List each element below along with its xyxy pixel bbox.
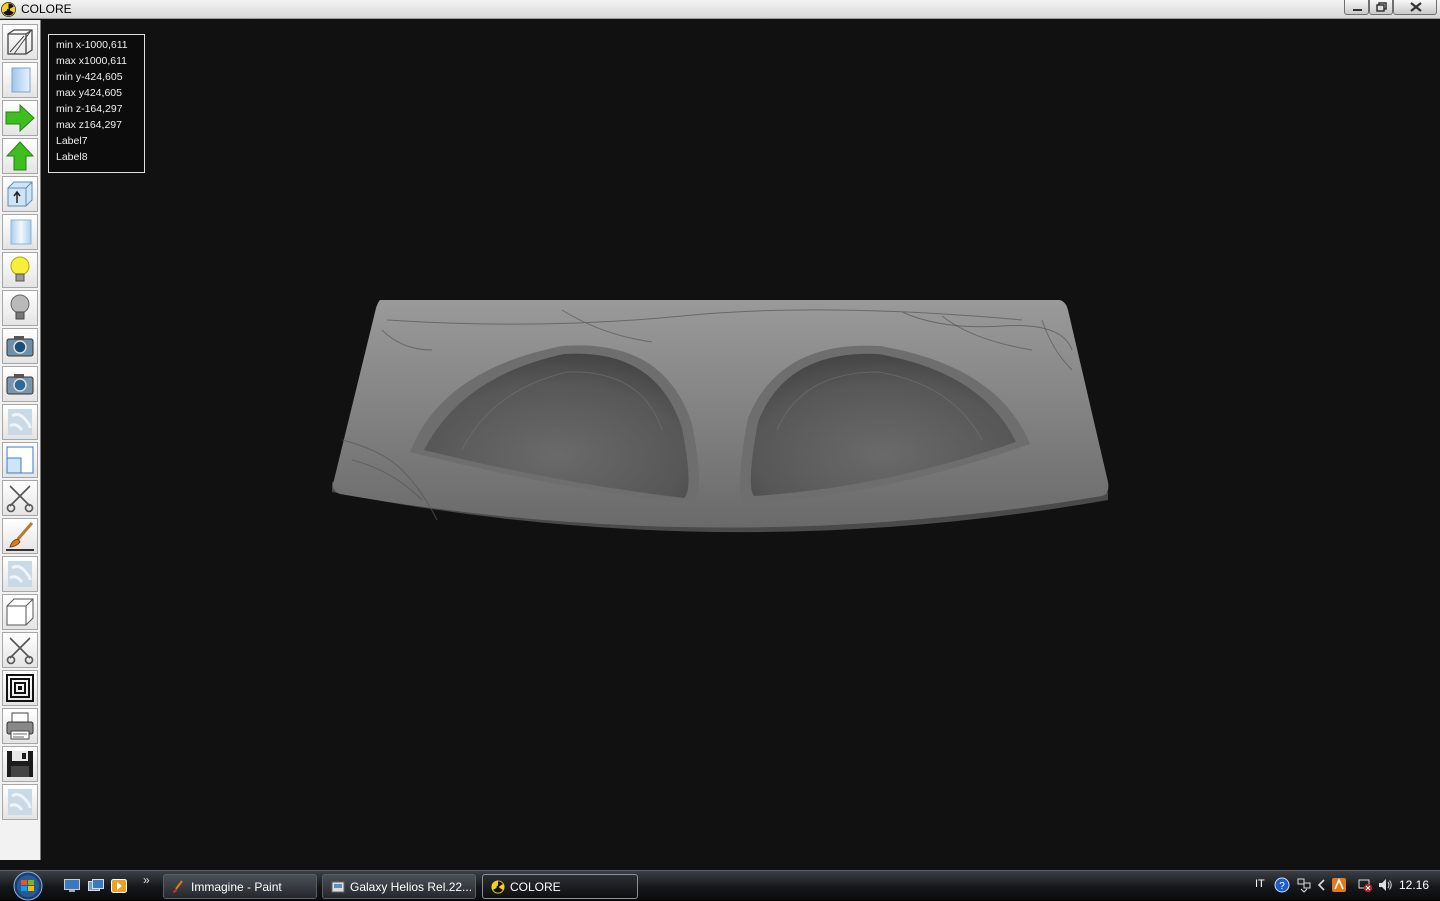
info-max-y: max y424,605 [56,87,122,99]
task-colore[interactable]: COLORE [482,874,638,899]
camera-alt-button[interactable] [2,366,38,402]
info-min-z: min z-164,297 [56,103,123,115]
print-button[interactable] [2,708,38,744]
system-tray: IT ? 12.16 [1245,871,1440,901]
arrow-right-icon [5,103,35,133]
brush-icon [6,522,34,551]
app-window: COLORE min x-1000,611 max x1000,611 min … [0,0,1440,870]
window-title: COLORE [21,2,72,16]
title-bar[interactable]: COLORE [0,0,1440,19]
close-button[interactable] [1393,0,1437,15]
light-off-button[interactable] [2,290,38,326]
cylinder-view-button[interactable] [2,214,38,250]
show-desktop-icon[interactable] [64,879,80,893]
box-up-icon [7,181,33,207]
move-up-button[interactable] [2,138,38,174]
quick-launch-chevron[interactable]: » [143,873,150,887]
info-min-x: min x-1000,611 [56,39,128,51]
task-paint[interactable]: Immagine - Paint [163,874,317,899]
galaxy-app-icon [331,881,345,893]
cut-alt-button[interactable] [2,632,38,668]
taskbar: » Immagine - Paint Galaxy Helios Rel.22.… [0,870,1440,901]
task-galaxy-helios[interactable]: Galaxy Helios Rel.22... [322,874,476,899]
task-paint-label: Immagine - Paint [191,880,282,894]
window-view-icon [6,446,34,474]
light-on-icon [10,256,30,282]
wireframe-box-icon [7,29,33,55]
network-icon[interactable] [1296,877,1312,893]
window-view-button[interactable] [2,442,38,478]
cube-button[interactable] [2,594,38,630]
concentric-squares-icon [6,674,34,702]
cube-icon [6,598,34,626]
marble-sink-model [332,300,1109,533]
info-label8: Label8 [56,151,88,163]
paint-app-icon [173,880,183,893]
camera-icon [6,336,34,357]
scissors-icon [6,485,34,513]
offset-button[interactable] [2,670,38,706]
paint-brush-button[interactable] [2,518,38,554]
arrow-up-icon [5,141,35,171]
clock[interactable]: 12.16 [1399,878,1429,892]
radiation-icon [1,2,16,17]
chevron-left-icon[interactable] [1314,877,1330,893]
texture-button[interactable] [2,404,38,440]
texture-icon [8,409,32,435]
volume-icon[interactable] [1377,877,1393,893]
move-right-button[interactable] [2,100,38,136]
texture-extra-icon [8,789,32,815]
3d-viewport[interactable] [42,20,1440,870]
info-label7: Label7 [56,135,88,147]
svg-text:?: ? [1279,881,1285,892]
help-icon[interactable]: ? [1274,877,1290,893]
tool-sidebar [0,20,41,860]
camera-alt-icon [6,374,34,395]
cut-button[interactable] [2,480,38,516]
light-off-icon [10,294,30,320]
info-max-x: max x1000,611 [56,55,128,67]
scissors-alt-icon [6,637,34,665]
minimize-icon [1353,9,1362,11]
texture-alt-button[interactable] [2,556,38,592]
security-alert-icon[interactable] [1357,877,1373,893]
restore-icon [1376,2,1387,12]
printer-icon [6,712,34,740]
switch-windows-icon[interactable] [88,879,104,893]
texture-alt-icon [8,561,32,587]
task-galaxy-label: Galaxy Helios Rel.22... [350,880,473,894]
solid-view-icon [11,67,31,93]
camera-button[interactable] [2,328,38,364]
start-button[interactable] [8,871,48,901]
cylinder-view-icon [10,219,32,245]
box-up-button[interactable] [2,176,38,212]
texture-extra-button[interactable] [2,784,38,820]
media-player-icon[interactable] [111,879,127,893]
info-min-y: min y-424,605 [56,71,123,83]
close-icon [1410,2,1422,12]
light-on-button[interactable] [2,252,38,288]
floppy-save-icon [7,751,33,777]
restore-button[interactable] [1369,0,1393,15]
info-max-z: max z164,297 [56,119,122,131]
wireframe-button[interactable] [2,24,38,60]
language-indicator[interactable]: IT [1255,878,1265,890]
save-button[interactable] [2,746,38,782]
task-colore-label: COLORE [510,880,561,894]
radiation-icon [491,880,505,894]
solid-view-button[interactable] [2,62,38,98]
app-tray-icon[interactable] [1331,877,1347,893]
minimize-button[interactable] [1344,0,1369,15]
bounds-info-panel: min x-1000,611 max x1000,611 min y-424,6… [48,34,145,173]
